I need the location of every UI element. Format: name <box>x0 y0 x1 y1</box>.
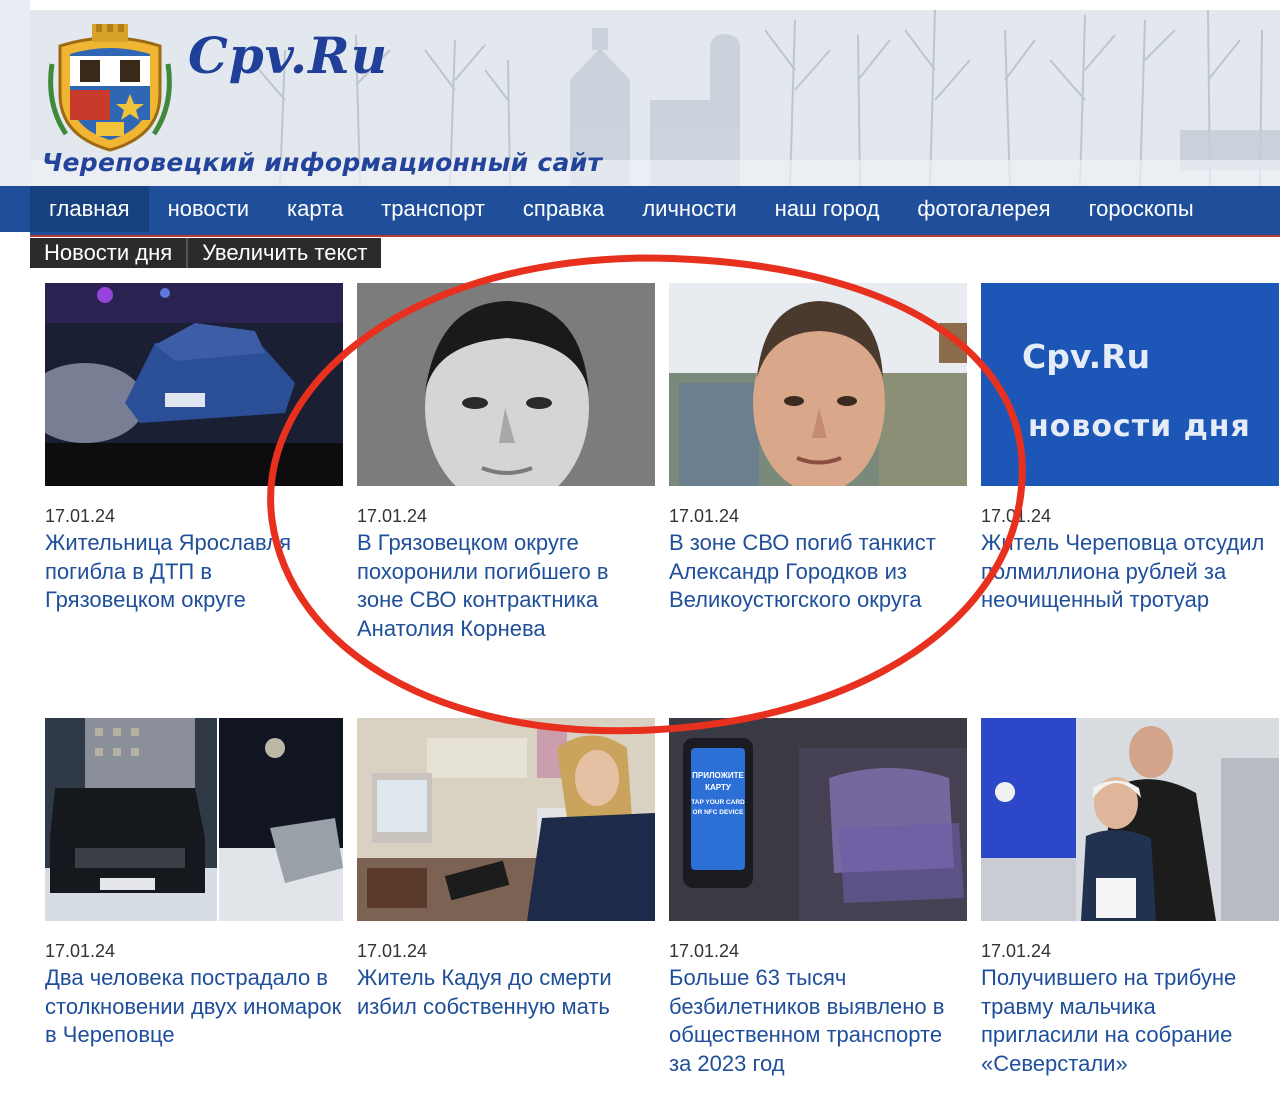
nav-item-map[interactable]: карта <box>268 186 362 232</box>
nav-item-home[interactable]: главная <box>30 186 149 232</box>
promo-tile-line2: новости дня <box>1028 409 1251 444</box>
enlarge-text-button[interactable]: Увеличить текст <box>186 238 382 268</box>
news-date: 17.01.24 <box>357 941 428 961</box>
news-headline-link[interactable]: Житель Кадуя до смерти избил собственную… <box>357 964 655 1021</box>
nav-item-reference[interactable]: справка <box>504 186 623 232</box>
news-date: 17.01.24 <box>45 506 116 526</box>
news-thumbnail-promo-tile[interactable]: Cpv.Ru новости дня <box>981 283 1279 486</box>
nav-item-photogallery[interactable]: фотогалерея <box>898 186 1069 232</box>
news-card: Cpv.Ru новости дня 17.01.24 Житель Череп… <box>981 283 1279 683</box>
news-headline-link[interactable]: Получившего на трибуне травму мальчика п… <box>981 964 1279 1078</box>
validator-line-1: ПРИЛОЖИТЕ <box>692 771 744 780</box>
coat-of-arms-logo <box>48 24 172 152</box>
news-date: 17.01.24 <box>357 506 428 526</box>
top-strip <box>0 0 1280 10</box>
news-card: 17.01.24 Жительница Ярославля погибла в … <box>45 283 343 683</box>
news-card: 17.01.24 В зоне СВО погиб танкист Алекса… <box>669 283 967 683</box>
validator-line-2: КАРТУ <box>705 783 732 792</box>
header-banner: Cpv.Ru Череповецкий информационный сайт <box>30 10 1280 186</box>
validator-line-3: TAP YOUR CARD <box>691 799 745 806</box>
promo-tile-line1: Cpv.Ru <box>1022 337 1151 376</box>
news-date: 17.01.24 <box>981 941 1052 961</box>
validator-line-4: OR NFC DEVICE <box>693 809 745 816</box>
nav-item-persons[interactable]: личности <box>623 186 755 232</box>
nav-item-horoscopes[interactable]: гороскопы <box>1070 186 1213 232</box>
news-card: ПРИЛОЖИТЕ КАРТУ TAP YOUR CARD OR NFC DEV… <box>669 718 967 1108</box>
news-thumbnail-crash-night[interactable] <box>45 283 343 486</box>
news-card: 17.01.24 Житель Кадуя до смерти избил со… <box>357 718 655 1108</box>
news-thumbnail-portrait-color[interactable] <box>669 283 967 486</box>
nav-item-news[interactable]: новости <box>149 186 268 232</box>
main-nav: главная новости карта транспорт справка … <box>0 186 1280 232</box>
news-thumbnail-portrait-bw[interactable] <box>357 283 655 486</box>
news-headline-link[interactable]: Больше 63 тысяч безбилетников выявлено в… <box>669 964 967 1078</box>
nav-item-our-city[interactable]: наш город <box>756 186 899 232</box>
news-date: 17.01.24 <box>45 941 116 961</box>
news-date: 17.01.24 <box>669 506 740 526</box>
news-headline-link[interactable]: Жительница Ярославля погибла в ДТП в Гря… <box>45 529 343 615</box>
nav-item-transport[interactable]: транспорт <box>362 186 504 232</box>
news-card: 17.01.24 Два человека пострадало в столк… <box>45 718 343 1108</box>
nav-divider-red <box>30 235 1280 237</box>
news-of-day-button[interactable]: Новости дня <box>30 238 187 268</box>
news-headline-link[interactable]: В зоне СВО погиб танкист Александр Город… <box>669 529 967 615</box>
news-headline-link[interactable]: В Грязовецком округе похоронили погибшег… <box>357 529 655 643</box>
news-date: 17.01.24 <box>669 941 740 961</box>
site-title[interactable]: Cpv.Ru <box>188 26 388 85</box>
news-thumbnail-boy-meeting[interactable] <box>981 718 1279 921</box>
news-thumbnail-bus-validator[interactable]: ПРИЛОЖИТЕ КАРТУ TAP YOUR CARD OR NFC DEV… <box>669 718 967 921</box>
news-headline-link[interactable]: Два человека пострадало в столкновении д… <box>45 964 343 1050</box>
news-thumbnail-office[interactable] <box>357 718 655 921</box>
news-date: 17.01.24 <box>981 506 1052 526</box>
news-card: 17.01.24 В Грязовецком округе похоронили… <box>357 283 655 683</box>
left-gutter <box>0 0 30 186</box>
news-headline-link[interactable]: Житель Череповца отсудил полмиллиона руб… <box>981 529 1279 615</box>
news-thumbnail-collision[interactable] <box>45 718 343 921</box>
site-subtitle: Череповецкий информационный сайт <box>42 148 603 177</box>
news-card: 17.01.24 Получившего на трибуне травму м… <box>981 718 1279 1108</box>
sub-toolbar: Новости дня Увеличить текст <box>30 238 382 268</box>
